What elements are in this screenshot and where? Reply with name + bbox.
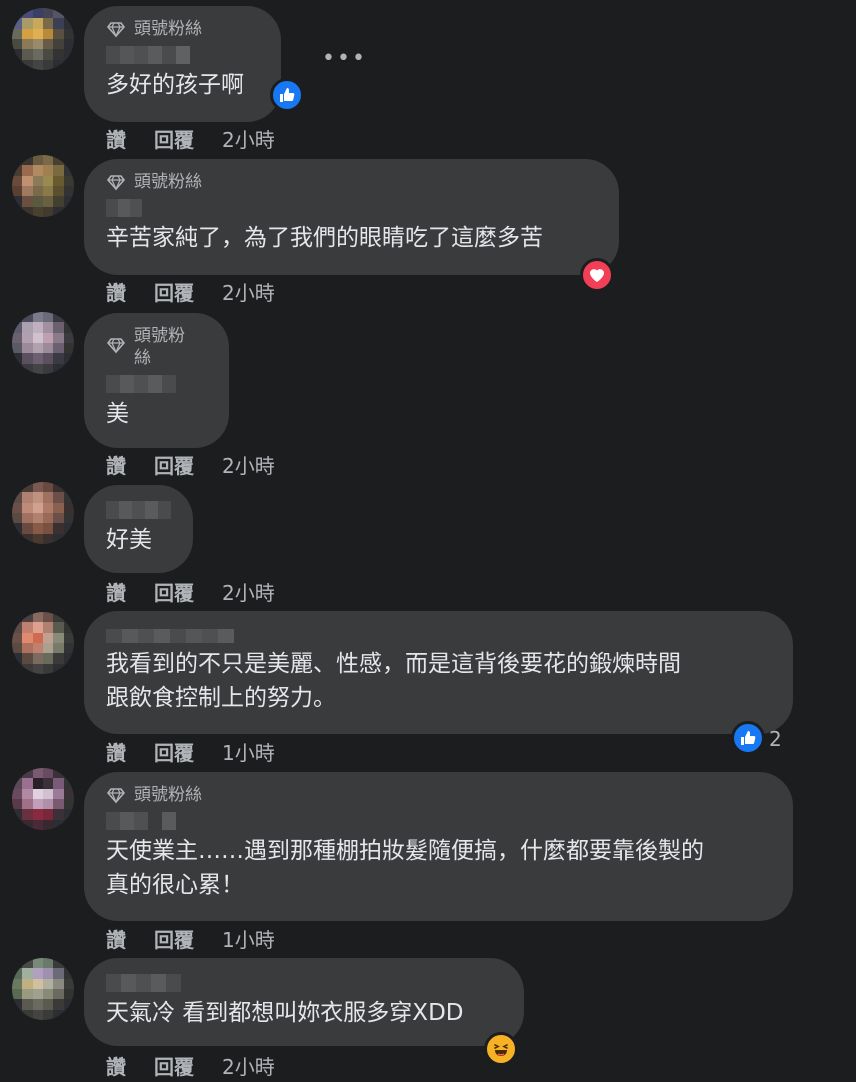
like-button[interactable]: 讚 [106, 1051, 126, 1080]
like-button[interactable]: 讚 [106, 124, 126, 153]
comment-actions: 讚 回覆 1小時 [106, 924, 275, 953]
avatar[interactable] [12, 155, 74, 217]
top-fan-badge: 頭號粉絲 [106, 18, 259, 40]
comment-bubble: 頭號粉 絲 美 [84, 313, 229, 448]
timestamp[interactable]: 1小時 [222, 737, 275, 766]
badge-label: 頭號粉絲 [134, 785, 202, 805]
reply-button[interactable]: 回覆 [154, 124, 194, 153]
badge-label: 頭號粉絲 [134, 172, 202, 192]
comment-text: 多好的孩子啊 [106, 72, 244, 98]
commenter-name[interactable] [106, 501, 171, 519]
timestamp[interactable]: 2小時 [222, 450, 275, 479]
commenter-name[interactable] [106, 812, 771, 830]
comment-text: 辛苦家純了，為了我們的眼睛吃了這麼多苦 [106, 225, 543, 251]
timestamp[interactable]: 1小時 [222, 924, 275, 953]
comment-text: 好美 [106, 527, 152, 553]
comment-actions: 讚 回覆 2小時 [106, 577, 275, 606]
avatar[interactable] [12, 482, 74, 544]
reply-button[interactable]: 回覆 [154, 450, 194, 479]
diamond-icon [106, 788, 126, 804]
timestamp[interactable]: 2小時 [222, 1051, 275, 1080]
like-button[interactable]: 讚 [106, 577, 126, 606]
comment-text: 天氣冷 看到都想叫妳衣服多穿XDD [106, 1000, 464, 1026]
commenter-name[interactable] [106, 629, 771, 643]
diamond-icon [106, 22, 126, 38]
like-button[interactable]: 讚 [106, 924, 126, 953]
more-options-icon[interactable]: ••• [322, 48, 367, 70]
like-button[interactable]: 讚 [106, 450, 126, 479]
commenter-name[interactable] [106, 199, 597, 217]
diamond-icon [106, 338, 126, 354]
reply-button[interactable]: 回覆 [154, 1051, 194, 1080]
commenter-name[interactable] [106, 974, 502, 992]
comment-actions: 讚 回覆 2小時 [106, 450, 275, 479]
commenter-name[interactable] [106, 375, 207, 393]
reaction-count[interactable]: 2 [769, 727, 782, 751]
comment-text: 天使業主……遇到那種棚拍妝髮隨便搞，什麼都要靠後製的 真的很心累！ [106, 838, 704, 898]
comment-actions: 讚 回覆 2小時 [106, 277, 275, 306]
avatar[interactable] [12, 312, 74, 374]
top-fan-badge: 頭號粉絲 [106, 784, 771, 806]
reply-button[interactable]: 回覆 [154, 737, 194, 766]
like-reaction-icon[interactable] [270, 78, 304, 112]
comment-text: 美 [106, 401, 129, 427]
comment-bubble: 頭號粉絲 天使業主……遇到那種棚拍妝髮隨便搞，什麼都要靠後製的 真的很心累！ [84, 772, 793, 921]
timestamp[interactable]: 2小時 [222, 277, 275, 306]
comment-actions: 讚 回覆 2小時 [106, 124, 275, 153]
top-fan-badge: 頭號粉絲 [106, 171, 597, 193]
love-reaction-icon[interactable] [580, 258, 614, 292]
comment-bubble: 天氣冷 看到都想叫妳衣服多穿XDD [84, 958, 524, 1046]
reply-button[interactable]: 回覆 [154, 924, 194, 953]
badge-label: 頭號粉絲 [134, 19, 202, 39]
like-reaction-icon[interactable] [731, 721, 765, 755]
comment-bubble: 頭號粉絲 多好的孩子啊 [84, 6, 281, 122]
avatar[interactable] [12, 8, 74, 70]
avatar[interactable] [12, 958, 74, 1020]
timestamp[interactable]: 2小時 [222, 124, 275, 153]
comment-actions: 讚 回覆 2小時 [106, 1051, 275, 1080]
diamond-icon [106, 175, 126, 191]
reply-button[interactable]: 回覆 [154, 277, 194, 306]
commenter-name[interactable] [106, 46, 259, 64]
avatar[interactable] [12, 612, 74, 674]
like-button[interactable]: 讚 [106, 277, 126, 306]
comment-actions: 讚 回覆 1小時 [106, 737, 275, 766]
comment-text: 我看到的不只是美麗、性感，而是這背後要花的鍛煉時間 跟飲食控制上的努力。 [106, 651, 681, 711]
badge-label: 頭號粉 絲 [134, 326, 185, 368]
reply-button[interactable]: 回覆 [154, 577, 194, 606]
comment-bubble: 好美 [84, 485, 193, 573]
comment-bubble: 我看到的不只是美麗、性感，而是這背後要花的鍛煉時間 跟飲食控制上的努力。 [84, 611, 793, 734]
comment-bubble: 頭號粉絲 辛苦家純了，為了我們的眼睛吃了這麼多苦 [84, 159, 619, 275]
timestamp[interactable]: 2小時 [222, 577, 275, 606]
like-button[interactable]: 讚 [106, 737, 126, 766]
avatar[interactable] [12, 768, 74, 830]
haha-reaction-icon[interactable] [484, 1032, 518, 1066]
top-fan-badge: 頭號粉 絲 [106, 325, 207, 369]
